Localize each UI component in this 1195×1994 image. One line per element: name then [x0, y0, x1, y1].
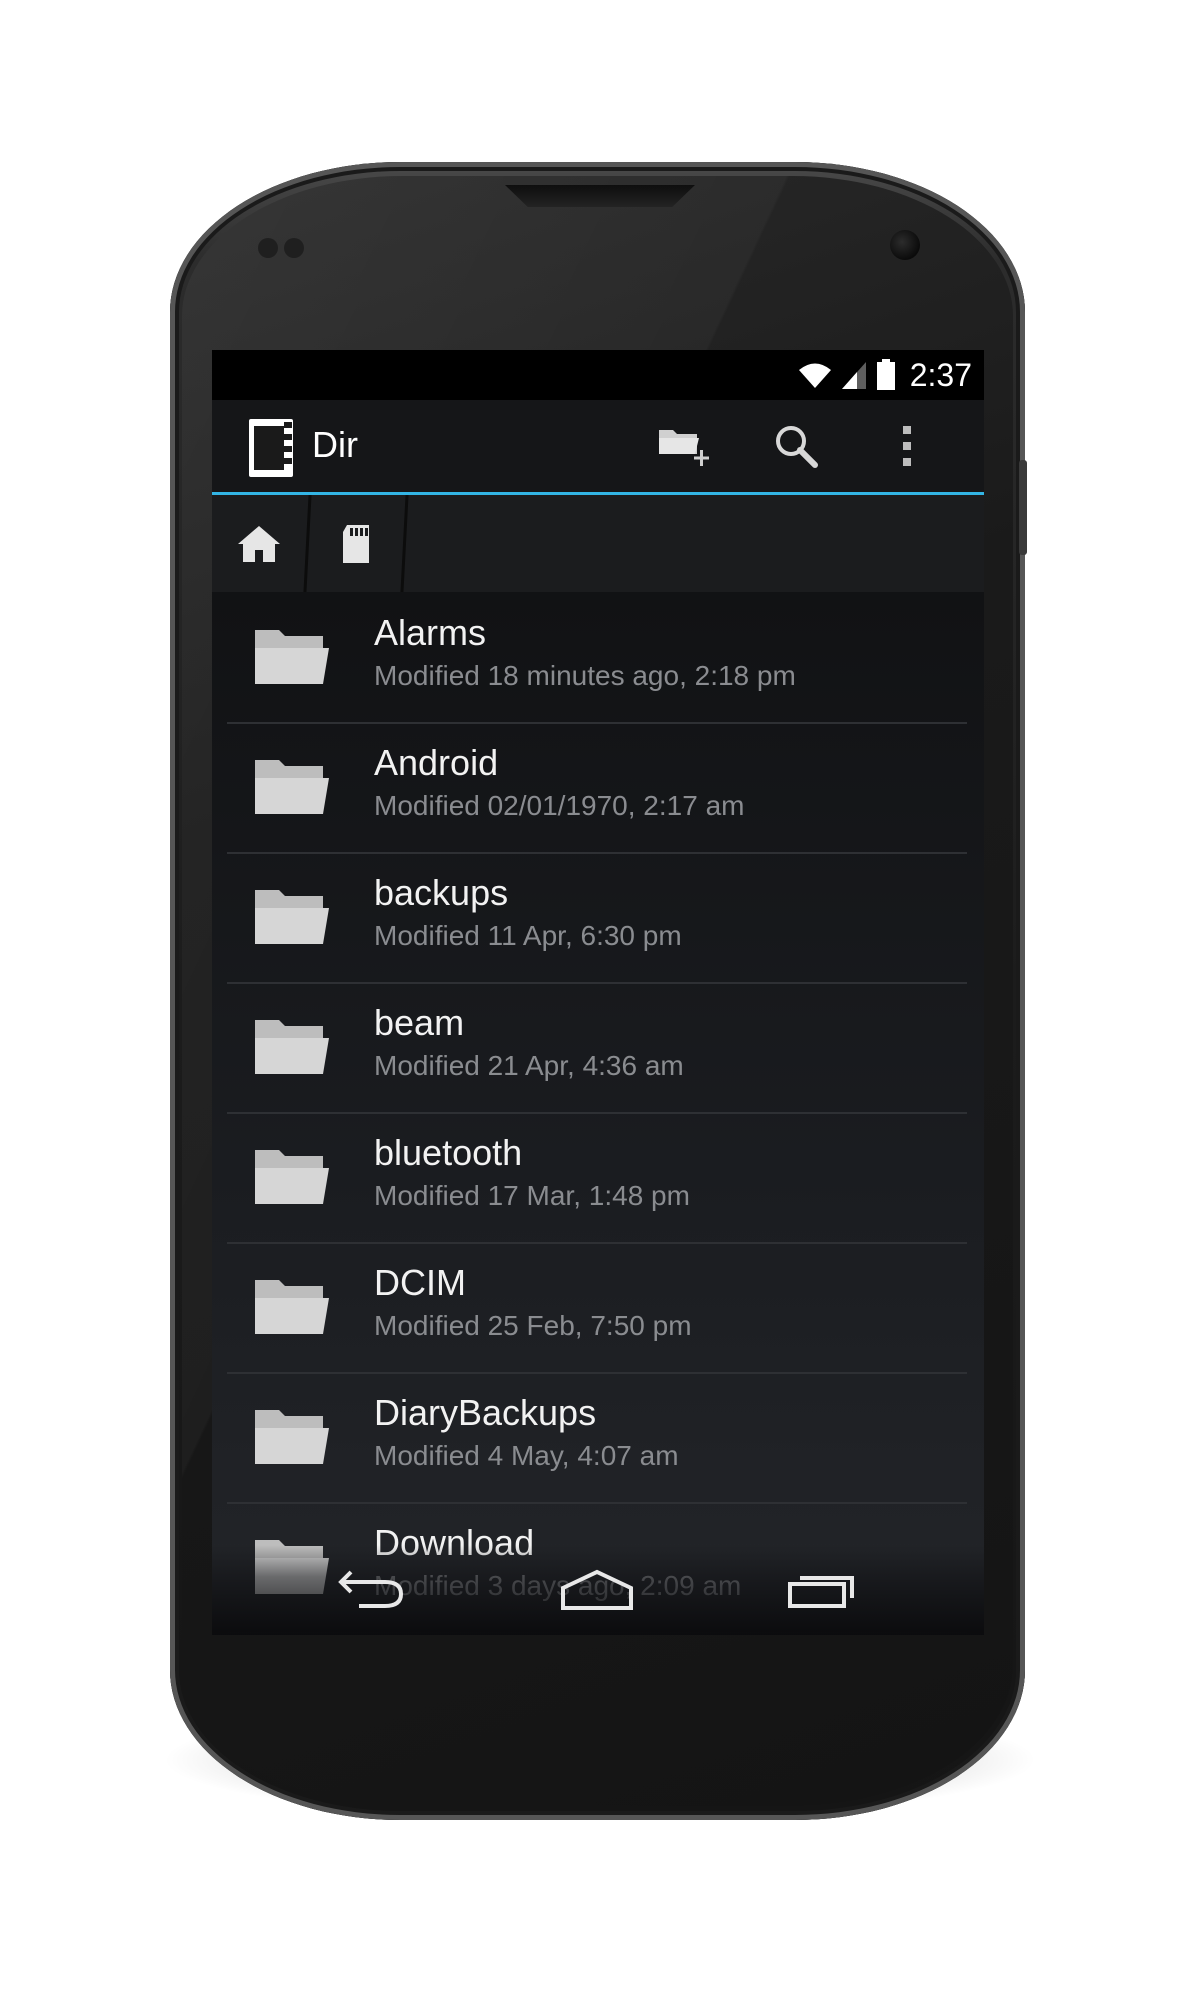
overflow-menu-button[interactable]: [875, 414, 939, 478]
signal-icon: [841, 362, 866, 389]
back-icon: [338, 1570, 404, 1608]
folder-icon: [255, 1150, 329, 1204]
file-modified: Modified 18 minutes ago, 2:18 pm: [374, 660, 796, 691]
file-name: Alarms: [374, 612, 487, 653]
file-row[interactable]: backups Modified 11 Apr, 6:30 pm: [227, 852, 967, 984]
new-folder-button[interactable]: [652, 414, 716, 478]
breadcrumb: [212, 495, 984, 592]
screen: 2:37 Dir Alarms Modified 18 minutes ago,…: [212, 350, 984, 1635]
folder-icon: [255, 760, 329, 814]
earpiece-speaker: [505, 185, 695, 207]
file-modified: Modified 02/01/1970, 2:17 am: [374, 790, 745, 821]
file-modified: Modified 25 Feb, 7:50 pm: [374, 1310, 692, 1341]
file-modified: Modified 21 Apr, 4:36 am: [374, 1050, 684, 1081]
proximity-sensor: [258, 238, 278, 258]
file-list: Alarms Modified 18 minutes ago, 2:18 pm An…: [212, 592, 984, 1635]
sd-card-icon: [343, 524, 369, 563]
power-button[interactable]: [1019, 460, 1027, 555]
app-title: Dir: [312, 424, 358, 465]
status-bar: 2:37: [212, 350, 984, 400]
recents-icon: [788, 1576, 854, 1608]
file-row[interactable]: bluetooth Modified 17 Mar, 1:48 pm: [227, 1112, 967, 1244]
overflow-menu-icon: [903, 426, 911, 466]
search-icon: [776, 426, 818, 468]
folder-icon: [255, 1410, 329, 1464]
file-name: Android: [374, 742, 499, 783]
battery-icon: [876, 359, 895, 390]
new-folder-icon: [659, 430, 709, 466]
file-name: beam: [374, 1002, 465, 1043]
breadcrumb-home[interactable]: [212, 495, 306, 592]
home-icon: [238, 525, 280, 562]
file-row[interactable]: Alarms Modified 18 minutes ago, 2:18 pm: [227, 592, 967, 724]
navigation-bar: [212, 1545, 984, 1635]
file-name: DiaryBackups: [374, 1392, 597, 1433]
file-name: backups: [374, 872, 509, 913]
folder-icon: [255, 1020, 329, 1074]
file-modified: Modified 4 May, 4:07 am: [374, 1440, 679, 1471]
status-time: 2:37: [909, 356, 972, 393]
nav-home-button[interactable]: [537, 1545, 657, 1635]
file-row[interactable]: DCIM Modified 25 Feb, 7:50 pm: [227, 1242, 967, 1374]
folder-icon: [255, 890, 329, 944]
file-modified: Modified 17 Mar, 1:48 pm: [374, 1180, 690, 1211]
wifi-icon: [798, 363, 831, 388]
file-name: bluetooth: [374, 1132, 523, 1173]
folder-icon: [255, 1280, 329, 1334]
file-modified: Modified 11 Apr, 6:30 pm: [374, 920, 682, 951]
file-row[interactable]: beam Modified 21 Apr, 4:36 am: [227, 982, 967, 1114]
search-button[interactable]: [764, 414, 828, 478]
file-row[interactable]: Android Modified 02/01/1970, 2:17 am: [227, 722, 967, 854]
nav-back-button[interactable]: [312, 1545, 432, 1635]
nav-recents-button[interactable]: [762, 1545, 882, 1635]
home-icon: [561, 1569, 633, 1610]
file-row[interactable]: DiaryBackups Modified 4 May, 4:07 am: [227, 1372, 967, 1504]
file-name: DCIM: [374, 1262, 466, 1303]
front-camera: [890, 230, 920, 260]
breadcrumb-sd-card[interactable]: [309, 495, 403, 592]
action-bar: Dir: [212, 400, 984, 495]
light-sensor: [284, 238, 304, 258]
app-sd-card-icon[interactable]: [248, 418, 294, 478]
folder-icon: [255, 630, 329, 684]
